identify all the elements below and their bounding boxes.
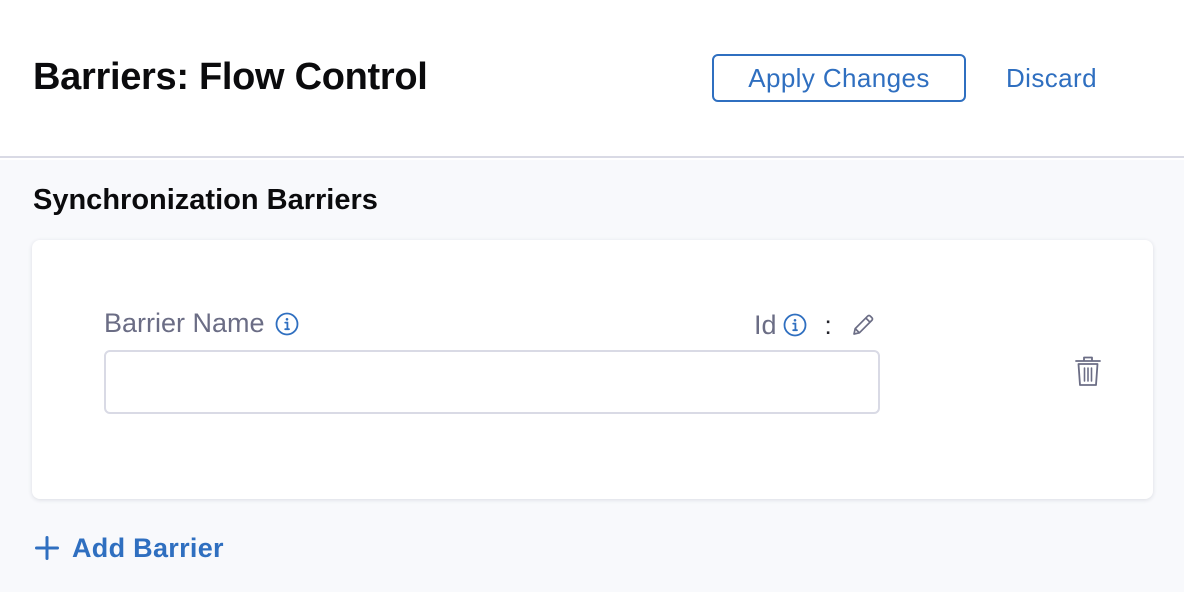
main-content: Synchronization Barriers Barrier Name Id [0,160,1184,592]
barrier-card: Barrier Name Id : [32,240,1153,499]
id-label: Id [754,309,777,340]
barrier-name-label-row: Barrier Name [104,308,299,339]
info-icon[interactable] [783,313,807,337]
page-header: Barriers: Flow Control Apply Changes Dis… [0,0,1184,158]
add-barrier-button[interactable]: Add Barrier [34,530,224,566]
info-icon[interactable] [275,312,299,336]
barrier-name-input[interactable] [104,350,880,414]
apply-changes-button[interactable]: Apply Changes [712,54,966,102]
id-row: Id : [754,308,876,342]
barrier-name-label: Barrier Name [104,308,265,338]
add-barrier-label: Add Barrier [72,532,224,563]
discard-button[interactable]: Discard [1006,60,1097,96]
pencil-icon[interactable] [850,312,876,338]
id-separator: : [824,309,832,340]
plus-icon [34,535,60,561]
section-title: Synchronization Barriers [33,184,378,216]
trash-icon[interactable] [1074,354,1102,388]
page-title: Barriers: Flow Control [33,56,428,98]
